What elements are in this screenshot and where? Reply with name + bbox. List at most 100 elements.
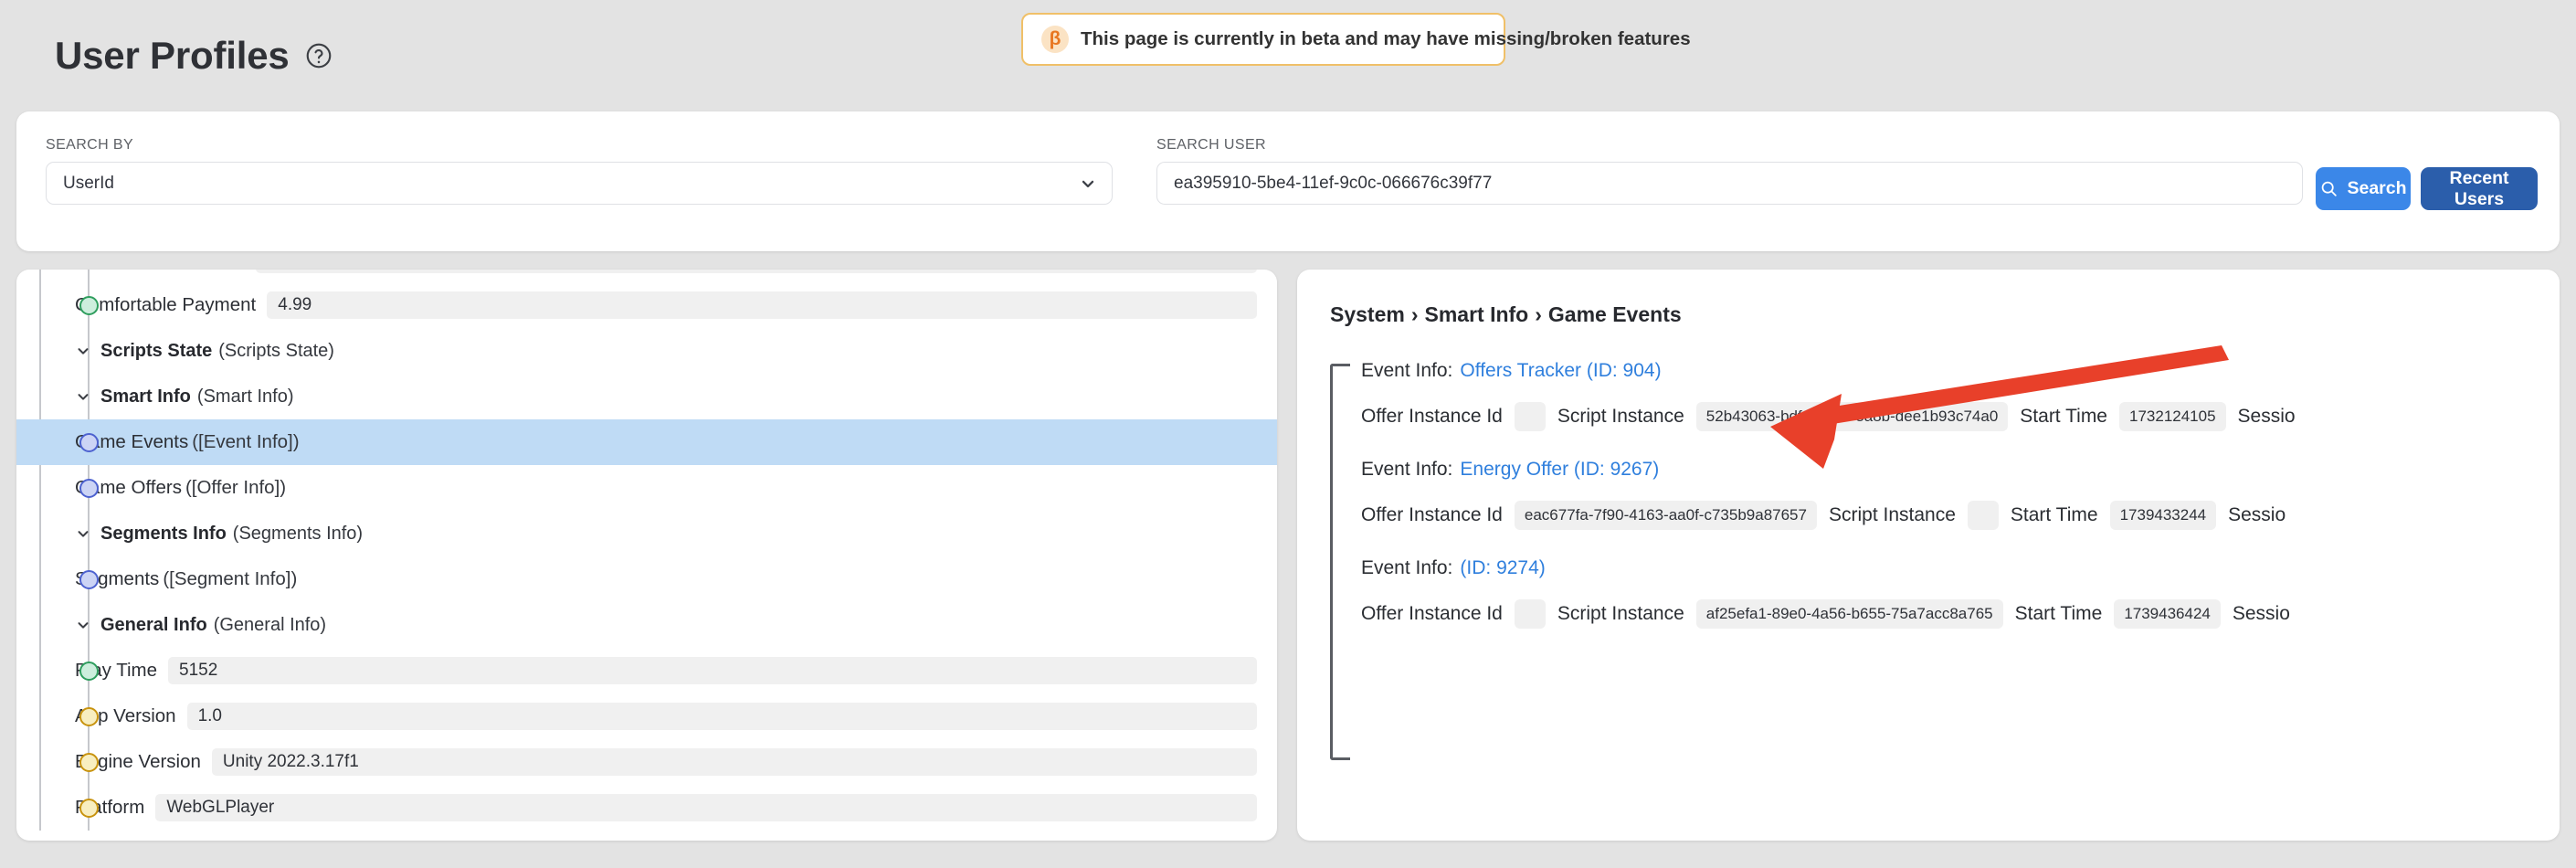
script-instance-label: Script Instance	[1557, 603, 1684, 625]
search-user-block: SEARCH USER	[1156, 137, 2303, 205]
beta-banner: β This page is currently in beta and may…	[1021, 13, 1505, 66]
event-list: Event Info: Offers Tracker (ID: 904) Offer…	[1361, 360, 2560, 629]
group-bracket-icon	[1330, 364, 1350, 760]
offer-instance-id-value[interactable]	[1515, 599, 1546, 629]
tree-bullet-icon	[79, 433, 99, 452]
breadcrumb-item-game-events[interactable]: Game Events	[1548, 302, 1682, 326]
search-user-input[interactable]	[1156, 162, 2303, 205]
offer-instance-id-value[interactable]	[1515, 402, 1546, 431]
event-list-wrap: Event Info: Offers Tracker (ID: 904) Offer…	[1330, 360, 2560, 629]
tree-group-type: (Scripts State)	[218, 341, 334, 362]
tree-group-scripts-state[interactable]: Scripts State (Scripts State)	[16, 328, 1277, 374]
script-instance-value[interactable]	[1968, 501, 1999, 530]
session-label: Sessio	[2228, 504, 2286, 526]
recent-users-button[interactable]: Recent Users	[2421, 167, 2538, 210]
tree-group-smart-info[interactable]: Smart Info(Smart Info)	[16, 374, 1277, 419]
start-time-label: Start Time	[2015, 603, 2103, 625]
content-area: Resources Multiplier1Comfortable Payment…	[0, 251, 2576, 841]
event-group: Event Info: Energy Offer (ID: 9267) Offer …	[1361, 459, 2560, 530]
tree-group-name: Segments Info	[100, 524, 227, 545]
tree-item-comfortable-payment[interactable]: Comfortable Payment 4.99	[16, 282, 1277, 328]
tree-group-type: (Segments Info)	[233, 524, 363, 545]
tree-bullet-icon	[79, 753, 99, 772]
offer-instance-id-value[interactable]: eac677fa-7f90-4163-aa0f-c735b9a87657	[1515, 501, 1817, 530]
tree-item-value[interactable]: 1	[256, 270, 1257, 273]
start-time-value[interactable]: 1732124105	[2119, 402, 2226, 431]
tree-bullet-icon	[79, 662, 99, 681]
event-info-label: Event Info:	[1361, 459, 1452, 480]
event-info-line: Event Info: Energy Offer (ID: 9267)	[1361, 459, 2560, 481]
script-instance-value[interactable]: af25efa1-89e0-4a56-b655-75a7acc8a765	[1696, 599, 2003, 629]
breadcrumb-item-smart-info[interactable]: Smart Info	[1425, 302, 1529, 326]
tree-group-type: (General Info)	[214, 615, 326, 636]
event-link[interactable]: Offers Tracker (ID: 904)	[1460, 360, 1661, 381]
offer-instance-id-label: Offer Instance Id	[1361, 603, 1503, 625]
search-button[interactable]: Search	[2316, 167, 2411, 210]
chevron-down-icon[interactable]	[75, 343, 91, 359]
tree-bullet-icon	[79, 296, 99, 315]
page-title-group: User Profiles	[55, 34, 333, 78]
tree-bullet-icon	[79, 799, 99, 818]
tree-item-play-time[interactable]: Play Time5152	[16, 648, 1277, 693]
tree-item-type: ([Segment Info])	[163, 568, 297, 590]
search-by-select[interactable]: UserId	[46, 162, 1113, 205]
magnifier-icon	[2319, 179, 2338, 198]
tree-item-segments[interactable]: Segments([Segment Info])	[16, 556, 1277, 602]
event-field-row: Offer Instance Id Script Instance af25efa1…	[1361, 599, 2560, 629]
offer-instance-id-label: Offer Instance Id	[1361, 504, 1503, 526]
tree-group-name: Smart Info	[100, 386, 191, 408]
search-card: SEARCH BY UserId SEARCH USER Search Rece…	[16, 111, 2560, 251]
tree-item-value[interactable]: 4.99	[267, 291, 1257, 319]
chevron-down-icon[interactable]	[75, 525, 91, 542]
offer-instance-id-label: Offer Instance Id	[1361, 406, 1503, 428]
tree-item-value[interactable]: 5152	[168, 657, 1257, 684]
detail-panel: System›Smart Info›Game Events Event Info…	[1297, 270, 2560, 841]
question-circle-icon[interactable]	[304, 41, 333, 70]
tree-bullet-icon	[79, 479, 99, 498]
start-time-value[interactable]: 1739436424	[2114, 599, 2221, 629]
beta-badge-icon: β	[1041, 26, 1069, 53]
event-group: Event Info: Offers Tracker (ID: 904) Offer…	[1361, 360, 2560, 431]
search-user-label: SEARCH USER	[1156, 137, 2303, 153]
session-label: Sessio	[2233, 603, 2290, 625]
tree-item-engine-version[interactable]: Engine VersionUnity 2022.3.17f1	[16, 739, 1277, 785]
script-instance-value[interactable]: 52b43063-bdf0-4ad9-8a8b-dee1b93c74a0	[1696, 402, 2009, 431]
event-field-row: Offer Instance Id Script Instance 52b43063…	[1361, 402, 2560, 431]
event-field-row: Offer Instance Id eac677fa-7f90-4163-aa0f…	[1361, 501, 2560, 530]
event-link[interactable]: Energy Offer (ID: 9267)	[1460, 459, 1659, 480]
search-by-label: SEARCH BY	[46, 137, 1113, 153]
tree-item-resources-multiplier[interactable]: Resources Multiplier1	[16, 270, 1277, 282]
event-group: Event Info: (ID: 9274) Offer Instance Id Sc…	[1361, 557, 2560, 629]
tree-item-value[interactable]: Unity 2022.3.17f1	[212, 748, 1257, 776]
breadcrumb-item-system[interactable]: System	[1330, 302, 1405, 326]
event-info-label: Event Info:	[1361, 360, 1452, 381]
recent-users-label: Recent Users	[2439, 168, 2519, 210]
profile-tree-panel[interactable]: Resources Multiplier1Comfortable Payment…	[16, 270, 1277, 841]
start-time-value[interactable]: 1739433244	[2110, 501, 2217, 530]
script-instance-label: Script Instance	[1557, 406, 1684, 428]
tree-bullet-icon	[79, 570, 99, 589]
profile-tree: Resources Multiplier1Comfortable Payment…	[16, 270, 1277, 831]
tree-bullet-icon	[79, 707, 99, 726]
chevron-down-icon[interactable]	[75, 617, 91, 633]
tree-item-value[interactable]: WebGLPlayer	[155, 794, 1257, 821]
event-info-label: Event Info:	[1361, 557, 1452, 578]
tree-item-label: Comfortable Payment	[75, 294, 256, 316]
tree-group-general-info[interactable]: General Info(General Info)	[16, 602, 1277, 648]
page-header: User Profiles β This page is currently i…	[0, 0, 2576, 111]
beta-message: This page is currently in beta and may h…	[1081, 28, 1691, 50]
tree-item-type: ([Offer Info])	[185, 477, 286, 499]
tree-group-name: Scripts State	[100, 341, 212, 362]
breadcrumb: System›Smart Info›Game Events	[1330, 302, 2560, 327]
tree-item-game-events[interactable]: Game Events([Event Info])	[16, 419, 1277, 465]
tree-item-value[interactable]: 1.0	[187, 703, 1257, 730]
tree-item-type: ([Event Info])	[192, 431, 299, 453]
search-actions: Search Recent Users	[2316, 167, 2538, 210]
session-label: Sessio	[2238, 406, 2296, 428]
tree-item-platform[interactable]: PlatformWebGLPlayer	[16, 785, 1277, 831]
tree-item-game-offers[interactable]: Game Offers([Offer Info])	[16, 465, 1277, 511]
event-link[interactable]: (ID: 9274)	[1460, 557, 1545, 578]
tree-group-segments-info[interactable]: Segments Info (Segments Info)	[16, 511, 1277, 556]
chevron-down-icon[interactable]	[75, 388, 91, 405]
tree-item-app-version[interactable]: App Version1.0	[16, 693, 1277, 739]
